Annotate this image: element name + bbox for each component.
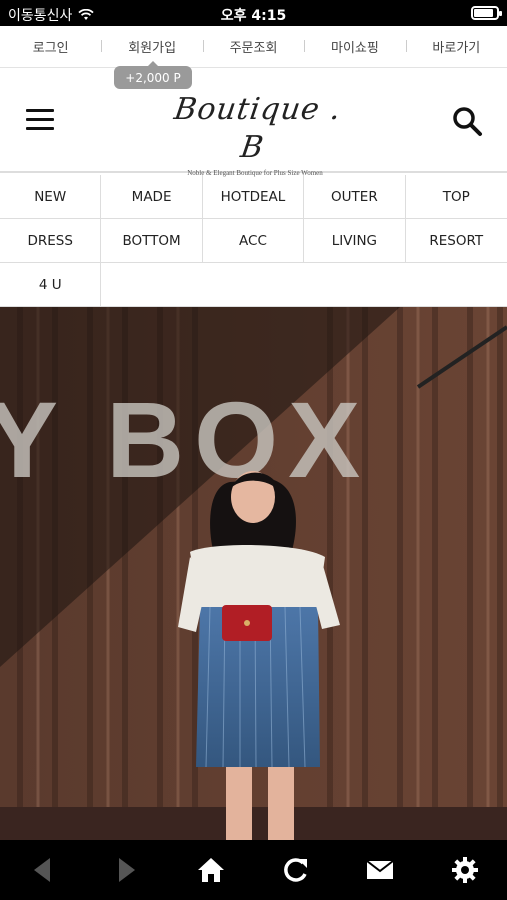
shortcut-link[interactable]: 바로가기 xyxy=(405,37,507,56)
category-grid: NEW MADE HOTDEAL OUTER TOP DRESS BOTTOM … xyxy=(0,175,507,307)
category-resort[interactable]: RESORT xyxy=(406,219,507,262)
category-row: DRESS BOTTOM ACC LIVING RESORT xyxy=(0,219,507,263)
category-top[interactable]: TOP xyxy=(406,175,507,218)
settings-gear-icon[interactable] xyxy=(445,850,485,890)
order-lookup-link[interactable]: 주문조회 xyxy=(202,37,304,56)
forward-arrow-icon[interactable] xyxy=(107,850,147,890)
category-empty-cell xyxy=(101,263,507,306)
signup-link[interactable]: 회원가입 xyxy=(101,37,202,56)
bottom-toolbar xyxy=(0,840,507,900)
home-icon[interactable] xyxy=(191,850,231,890)
top-link-bar: 로그인 회원가입 주문조회 마이쇼핑 바로가기 xyxy=(0,26,507,68)
category-dress[interactable]: DRESS xyxy=(0,219,102,262)
category-acc[interactable]: ACC xyxy=(203,219,305,262)
status-bar: 이동통신사 오후 4:15 xyxy=(0,0,507,26)
hamburger-menu-icon[interactable] xyxy=(26,109,54,133)
refresh-icon[interactable] xyxy=(276,850,316,890)
category-made[interactable]: MADE xyxy=(101,175,203,218)
main-banner-photo[interactable]: Y BOX xyxy=(0,307,507,840)
category-hotdeal[interactable]: HOTDEAL xyxy=(203,175,305,218)
category-row: NEW MADE HOTDEAL OUTER TOP xyxy=(0,175,507,219)
status-time: 오후 4:15 xyxy=(220,8,287,24)
banner-wall-text: Y BOX xyxy=(0,379,370,500)
category-bottom[interactable]: BOTTOM xyxy=(101,219,203,262)
login-link[interactable]: 로그인 xyxy=(0,37,101,56)
category-new[interactable]: NEW xyxy=(0,175,102,218)
category-living[interactable]: LIVING xyxy=(304,219,406,262)
site-header: Boutique . B Noble & Elegant Boutique fo… xyxy=(0,69,507,177)
brand-logo[interactable]: Boutique . B Noble & Elegant Boutique fo… xyxy=(170,91,343,177)
logo-script: Boutique . B xyxy=(172,92,344,165)
my-shopping-link[interactable]: 마이쇼핑 xyxy=(304,37,405,56)
battery-icon xyxy=(471,6,502,20)
category-4u[interactable]: 4 U xyxy=(0,263,102,306)
category-row: 4 U xyxy=(0,263,507,307)
category-outer[interactable]: OUTER xyxy=(304,175,406,218)
back-arrow-icon[interactable] xyxy=(22,850,62,890)
signup-points-badge: +2,000 P xyxy=(114,61,192,89)
search-icon[interactable] xyxy=(451,105,483,137)
battery-fill xyxy=(474,9,493,17)
mail-icon[interactable] xyxy=(360,850,400,890)
banner-illustration: Y BOX xyxy=(0,307,507,840)
